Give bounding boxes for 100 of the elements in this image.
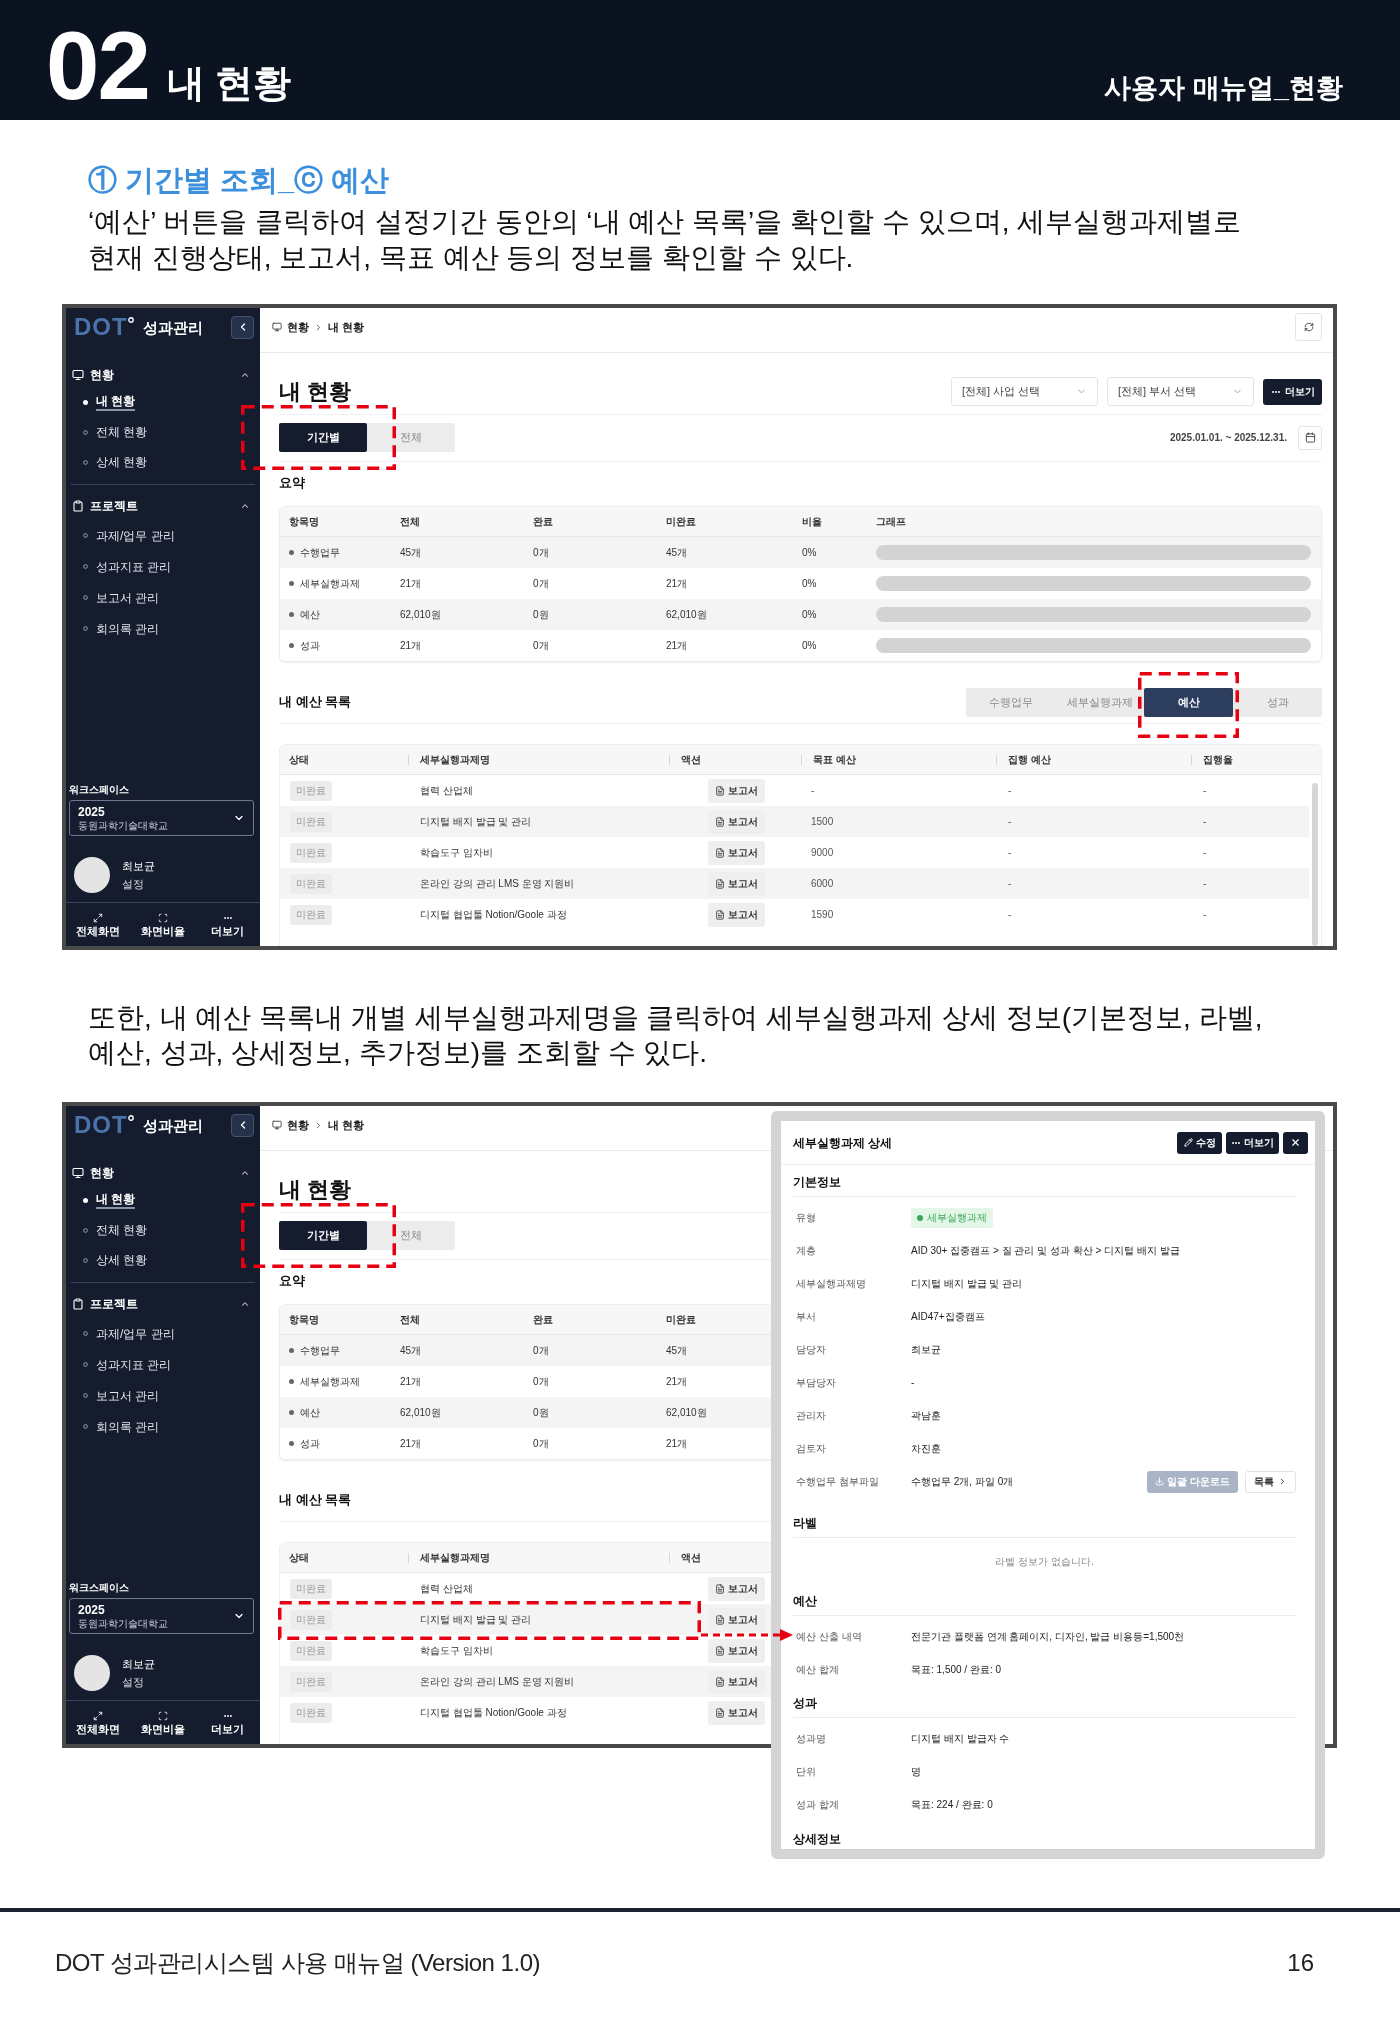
collapse-sidebar-button[interactable]: [231, 315, 254, 339]
task-name-link[interactable]: 협력 산업체: [420, 783, 473, 798]
field-label: 부담당자: [796, 1376, 837, 1390]
report-button[interactable]: 보고서: [708, 778, 765, 803]
task-name-link[interactable]: 디지털 협업툴 Notion/Goole 과정: [420, 1705, 567, 1720]
workspace-label: 워크스페이스: [68, 783, 130, 797]
menu-item[interactable]: 보고서 관리: [66, 582, 260, 613]
logo-dot-icon: [127, 1115, 134, 1121]
report-button[interactable]: 보고서: [708, 1607, 765, 1632]
sidebar-footer-button[interactable]: 더보기: [195, 1701, 260, 1744]
logo-wordmark: DOT: [74, 1113, 128, 1137]
menu-item[interactable]: 성과지표 관리: [66, 1349, 260, 1380]
close-button[interactable]: [1283, 1131, 1308, 1154]
breadcrumb-link[interactable]: 현황: [287, 318, 309, 336]
table-row[interactable]: 미완료 디지털 배지 발급 및 관리 보고서 1500 - -: [280, 806, 1309, 837]
menu-group-header[interactable]: 프로젝트: [66, 494, 260, 518]
menu-item[interactable]: 내 현황: [66, 387, 260, 417]
table-cell-text: 21개: [400, 639, 422, 653]
report-button[interactable]: 보고서: [708, 809, 765, 834]
workspace-label: 워크스페이스: [68, 1581, 130, 1595]
table-cell-text: -: [1203, 784, 1207, 798]
section-title: 내 예산 목록: [279, 693, 352, 712]
refresh-button[interactable]: [1295, 313, 1322, 341]
field-value: 목표: 1,500 / 완료: 0: [911, 1663, 1002, 1677]
task-name-link[interactable]: 온라인 강의 관리 LMS 운영 지원비: [420, 876, 575, 891]
workspace-select[interactable]: 2025 동원과학기술대학교: [69, 800, 254, 836]
column-header: 세부실행과제명: [420, 753, 490, 767]
field-value: AID 30+ 집중캠프 > 질 관리 및 성과 확산 > 디지털 배지 발급: [911, 1244, 1180, 1258]
document-icon: [715, 785, 725, 796]
menu-item[interactable]: 내 현황: [66, 1185, 260, 1215]
table-cell-text: 0%: [802, 546, 817, 560]
table-cell-text: 21개: [400, 1375, 422, 1389]
breadcrumb-link[interactable]: 내 현황: [328, 318, 365, 336]
menu-group-header[interactable]: 프로젝트: [66, 1292, 260, 1316]
report-button[interactable]: 보고서: [708, 840, 765, 865]
frame-icon: [158, 1710, 168, 1721]
user-name: 최보균: [122, 1657, 155, 1672]
report-button[interactable]: 보고서: [708, 902, 765, 927]
page-title: 내 현황: [279, 1176, 352, 1204]
more-button[interactable]: 더보기: [1226, 1131, 1279, 1154]
field-label: 담당자: [796, 1343, 827, 1357]
table-row[interactable]: 미완료 온라인 강의 관리 LMS 운영 지원비 보고서 6000 - -: [280, 868, 1309, 899]
menu-item[interactable]: 전체 현황: [66, 417, 260, 447]
chevron-right-icon: [314, 322, 323, 332]
menu-group-header[interactable]: 현황: [66, 1161, 260, 1185]
table-cell-text: 6000: [811, 877, 834, 891]
report-button[interactable]: 보고서: [708, 871, 765, 896]
document-icon: [715, 1614, 725, 1625]
report-button[interactable]: 보고서: [708, 1669, 765, 1694]
period-tab[interactable]: 기간별: [279, 423, 367, 452]
bullet-icon: [289, 1348, 294, 1353]
report-button[interactable]: 보고서: [708, 1576, 765, 1601]
chapter-number: 02: [46, 18, 149, 114]
calendar-button[interactable]: [1298, 425, 1322, 450]
list-button[interactable]: 목록: [1245, 1470, 1296, 1493]
column-header: 상태: [289, 1551, 309, 1565]
collapse-sidebar-button[interactable]: [231, 1113, 254, 1137]
filter-select[interactable]: [전체] 사업 선택: [951, 377, 1098, 406]
workspace-select[interactable]: 2025 동원과학기술대학교: [69, 1598, 254, 1634]
menu-item[interactable]: 보고서 관리: [66, 1380, 260, 1411]
menu-item[interactable]: 회의록 관리: [66, 613, 260, 644]
task-name-link[interactable]: 디지털 협업툴 Notion/Goole 과정: [420, 907, 567, 922]
edit-button[interactable]: 수정: [1177, 1131, 1222, 1154]
report-button[interactable]: 보고서: [708, 1638, 765, 1663]
sidebar-footer-button[interactable]: 화면비율: [130, 1701, 196, 1744]
menu-item[interactable]: 과제/업무 관리: [66, 520, 260, 551]
menu-item[interactable]: 상세 현황: [66, 447, 260, 477]
task-name-link[interactable]: 온라인 강의 관리 LMS 운영 지원비: [420, 1674, 575, 1689]
menu-item[interactable]: 전체 현황: [66, 1215, 260, 1245]
period-tab[interactable]: 기간별: [279, 1221, 367, 1250]
task-name-link[interactable]: 디지털 배지 발급 및 관리: [420, 814, 532, 829]
task-name-link[interactable]: 디지털 배지 발급 및 관리: [420, 1612, 532, 1627]
settings-link[interactable]: 설정: [122, 1673, 144, 1691]
bullet-icon: [83, 564, 88, 569]
task-name-link[interactable]: 학습도구 임차비: [420, 1643, 493, 1658]
sidebar-footer-button[interactable]: 더보기: [195, 903, 260, 946]
task-name-link[interactable]: 학습도구 임차비: [420, 845, 493, 860]
menu-item[interactable]: 성과지표 관리: [66, 551, 260, 582]
sidebar-footer-button[interactable]: 전체화면: [66, 1701, 131, 1744]
report-button[interactable]: 보고서: [708, 1700, 765, 1725]
filter-select[interactable]: [전체] 부서 선택: [1107, 377, 1254, 406]
task-name-link[interactable]: 협력 산업체: [420, 1581, 473, 1596]
table-cell-text: -: [1008, 815, 1012, 829]
bullet-icon: [289, 1410, 294, 1415]
menu-item[interactable]: 회의록 관리: [66, 1411, 260, 1442]
list-tab[interactable]: 예산: [1144, 687, 1233, 717]
table-cell-text: 45개: [400, 1344, 422, 1358]
menu-item[interactable]: 상세 현황: [66, 1245, 260, 1275]
more-button[interactable]: 더보기: [1263, 378, 1322, 405]
settings-link[interactable]: 설정: [122, 875, 144, 893]
menu-item[interactable]: 과제/업무 관리: [66, 1318, 260, 1349]
page-number: 16: [1287, 1948, 1314, 1978]
calendar-icon: [1304, 432, 1316, 443]
breadcrumb-link[interactable]: 현황: [287, 1116, 309, 1134]
menu-group-header[interactable]: 현황: [66, 363, 260, 387]
sidebar-footer-button[interactable]: 화면비율: [130, 903, 196, 946]
sidebar-footer-button[interactable]: 전체화면: [66, 903, 131, 946]
bullet-icon: [289, 1441, 294, 1446]
avatar: [74, 857, 110, 893]
breadcrumb-link[interactable]: 내 현황: [328, 1116, 365, 1134]
